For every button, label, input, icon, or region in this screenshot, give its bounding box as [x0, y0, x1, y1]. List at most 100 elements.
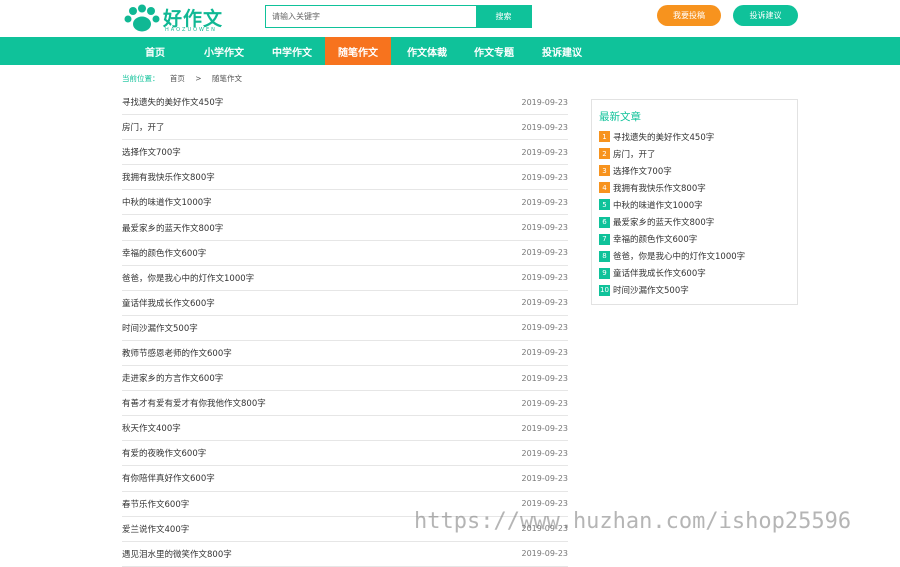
- breadcrumb: 当前位置： 首页 > 随笔作文: [122, 73, 250, 84]
- nav-item-feedback[interactable]: 投诉建议: [531, 37, 593, 65]
- logo-subtitle: HAOZUOWEN: [165, 27, 217, 33]
- article-title[interactable]: 走进家乡的方言作文600字: [122, 372, 223, 384]
- list-item[interactable]: 秋天作文400字 2019-09-23: [122, 416, 568, 442]
- breadcrumb-current: 随笔作文: [211, 74, 242, 83]
- rank-badge: 6: [599, 216, 610, 228]
- article-date: 2019-09-23: [521, 473, 569, 483]
- sidebar-item[interactable]: 2 房门，开了: [599, 145, 797, 162]
- article-title[interactable]: 有善才有爱有爱才有你我他作文800字: [122, 397, 266, 409]
- article-title[interactable]: 最爱家乡的蓝天作文800字: [122, 222, 223, 234]
- list-item[interactable]: 选择作文700字 2019-09-23: [122, 140, 569, 166]
- nav-item-middle-essays[interactable]: 中学作文: [261, 37, 323, 65]
- article-date: 2019-09-23: [521, 147, 569, 157]
- breadcrumb-separator: >: [195, 74, 202, 83]
- article-title[interactable]: 房门，开了: [122, 121, 165, 133]
- sidebar-item-title[interactable]: 爸爸，你是我心中的灯作文1000字: [613, 250, 745, 262]
- article-date: 2019-09-23: [521, 97, 569, 107]
- paw-logo-icon: [124, 4, 160, 32]
- watermark-text: https://www.huzhan.com/ishop25596: [414, 509, 852, 534]
- rank-badge: 7: [599, 233, 610, 245]
- rank-badge: 1: [599, 131, 610, 143]
- nav-item-primary-essays[interactable]: 小学作文: [193, 37, 255, 65]
- sidebar-item-title[interactable]: 童话伴我成长作文600字: [613, 267, 706, 279]
- article-title[interactable]: 有爱的夜晚作文600字: [122, 447, 206, 459]
- sidebar-item-title[interactable]: 我拥有我快乐作文800字: [613, 182, 706, 194]
- list-item[interactable]: 我拥有我快乐作文800字 2019-09-23: [122, 165, 569, 191]
- sidebar-item-title[interactable]: 寻找遗失的美好作文450字: [613, 131, 714, 143]
- article-title[interactable]: 春节乐作文600字: [122, 498, 189, 510]
- sidebar-item[interactable]: 4 我拥有我快乐作文800字: [599, 179, 797, 196]
- sidebar-item[interactable]: 9 童话伴我成长作文600字: [599, 265, 797, 282]
- rank-badge: 9: [599, 267, 610, 279]
- article-title[interactable]: 幸福的颜色作文600字: [122, 247, 206, 259]
- list-item[interactable]: 走进家乡的方言作文600字 2019-09-23: [122, 366, 568, 392]
- article-title[interactable]: 有你陪伴真好作文600字: [122, 472, 215, 484]
- article-title[interactable]: 选择作文700字: [122, 146, 181, 158]
- nav-item-essay-genres[interactable]: 作文体裁: [396, 37, 458, 65]
- site-logo[interactable]: 好作文 HAOZUOWEN: [123, 4, 228, 34]
- sidebar-item-title[interactable]: 选择作文700字: [613, 165, 672, 177]
- list-item[interactable]: 时间沙漏作文500字 2019-09-23: [122, 316, 568, 341]
- sidebar-item-title[interactable]: 最爱家乡的蓝天作文800字: [613, 216, 714, 228]
- article-title[interactable]: 爸爸，你是我心中的灯作文1000字: [122, 272, 254, 284]
- rank-badge: 8: [599, 250, 610, 262]
- latest-articles-panel: 最新文章 1 寻找遗失的美好作文450字 2 房门，开了 3 选择作文700字 4 我拥…: [591, 99, 798, 305]
- article-title[interactable]: 遇见泪水里的微笑作文800字: [122, 548, 232, 560]
- sidebar-item-title[interactable]: 幸福的颜色作文600字: [613, 233, 697, 245]
- sidebar-item[interactable]: 7 幸福的颜色作文600字: [599, 231, 797, 248]
- sidebar-item[interactable]: 6 最爱家乡的蓝天作文800字: [599, 213, 797, 230]
- main-nav: 首页 小学作文 中学作文 随笔作文 作文体裁 作文专题 投诉建议: [0, 37, 900, 65]
- list-item[interactable]: 中秋的味道作文1000字 2019-09-23: [122, 190, 569, 216]
- article-date: 2019-09-23: [521, 398, 569, 408]
- list-item[interactable]: 教师节感恩老师的作文600字 2019-09-23: [122, 341, 569, 367]
- sidebar-item[interactable]: 8 爸爸，你是我心中的灯作文1000字: [599, 248, 797, 265]
- article-title[interactable]: 秋天作文400字: [122, 422, 181, 434]
- article-title[interactable]: 教师节感恩老师的作文600字: [122, 347, 232, 359]
- sidebar-item[interactable]: 1 寻找遗失的美好作文450字: [599, 128, 797, 145]
- article-date: 2019-09-23: [521, 348, 569, 358]
- sidebar-item-title[interactable]: 时间沙漏作文500字: [613, 284, 689, 296]
- breadcrumb-label: 当前位置：: [122, 74, 160, 83]
- list-item[interactable]: 寻找遗失的美好作文450字 2019-09-23: [122, 90, 569, 116]
- site-header: 好作文 HAOZUOWEN 搜索 我要投稿 投诉建议: [0, 0, 900, 37]
- sidebar-item-title[interactable]: 房门，开了: [613, 148, 656, 160]
- article-date: 2019-09-23: [521, 298, 569, 308]
- list-item[interactable]: 童话伴我成长作文600字 2019-09-23: [122, 291, 568, 316]
- article-date: 2019-09-23: [521, 197, 569, 207]
- sidebar-title: 最新文章: [599, 111, 641, 123]
- article-title[interactable]: 我拥有我快乐作文800字: [122, 171, 215, 183]
- submit-article-button[interactable]: 我要投稿: [657, 5, 721, 26]
- list-item[interactable]: 遇见泪水里的微笑作文800字 2019-09-23: [122, 542, 568, 567]
- search-button[interactable]: 搜索: [476, 6, 531, 27]
- feedback-button[interactable]: 投诉建议: [733, 5, 798, 26]
- sidebar-item[interactable]: 5 中秋的味道作文1000字: [599, 196, 797, 213]
- article-title[interactable]: 中秋的味道作文1000字: [122, 196, 212, 208]
- article-title[interactable]: 童话伴我成长作文600字: [122, 297, 215, 309]
- search-input[interactable]: [266, 6, 476, 27]
- rank-badge: 10: [599, 284, 610, 296]
- list-item[interactable]: 有你陪伴真好作文600字 2019-09-23: [122, 466, 569, 492]
- nav-item-essay-topics[interactable]: 作文专题: [463, 37, 525, 65]
- list-item[interactable]: 最爱家乡的蓝天作文800字 2019-09-23: [122, 215, 568, 241]
- article-date: 2019-09-23: [521, 172, 569, 182]
- breadcrumb-home-link[interactable]: 首页: [170, 74, 185, 83]
- rank-badge: 3: [599, 165, 610, 177]
- rank-badge: 5: [599, 199, 610, 211]
- article-title[interactable]: 寻找遗失的美好作文450字: [122, 96, 223, 108]
- list-item[interactable]: 有善才有爱有爱才有你我他作文800字 2019-09-23: [122, 391, 569, 417]
- nav-item-home[interactable]: 首页: [129, 37, 181, 65]
- nav-item-essay-notes[interactable]: 随笔作文: [325, 37, 391, 65]
- rank-badge: 2: [599, 148, 610, 160]
- sidebar-item-title[interactable]: 中秋的味道作文1000字: [613, 199, 703, 211]
- list-item[interactable]: 爸爸，你是我心中的灯作文1000字 2019-09-23: [122, 266, 568, 291]
- list-item[interactable]: 幸福的颜色作文600字 2019-09-23: [122, 241, 568, 266]
- article-date: 2019-09-23: [521, 273, 569, 283]
- sidebar-item[interactable]: 10 时间沙漏作文500字: [599, 282, 797, 299]
- article-date: 2019-09-23: [521, 122, 569, 132]
- sidebar-item[interactable]: 3 选择作文700字: [599, 162, 797, 179]
- article-title[interactable]: 爱兰说作文400字: [122, 523, 189, 535]
- article-date: 2019-09-23: [521, 248, 569, 258]
- list-item[interactable]: 房门，开了 2019-09-23: [122, 115, 569, 141]
- article-title[interactable]: 时间沙漏作文500字: [122, 322, 198, 334]
- list-item[interactable]: 有爱的夜晚作文600字 2019-09-23: [122, 441, 568, 467]
